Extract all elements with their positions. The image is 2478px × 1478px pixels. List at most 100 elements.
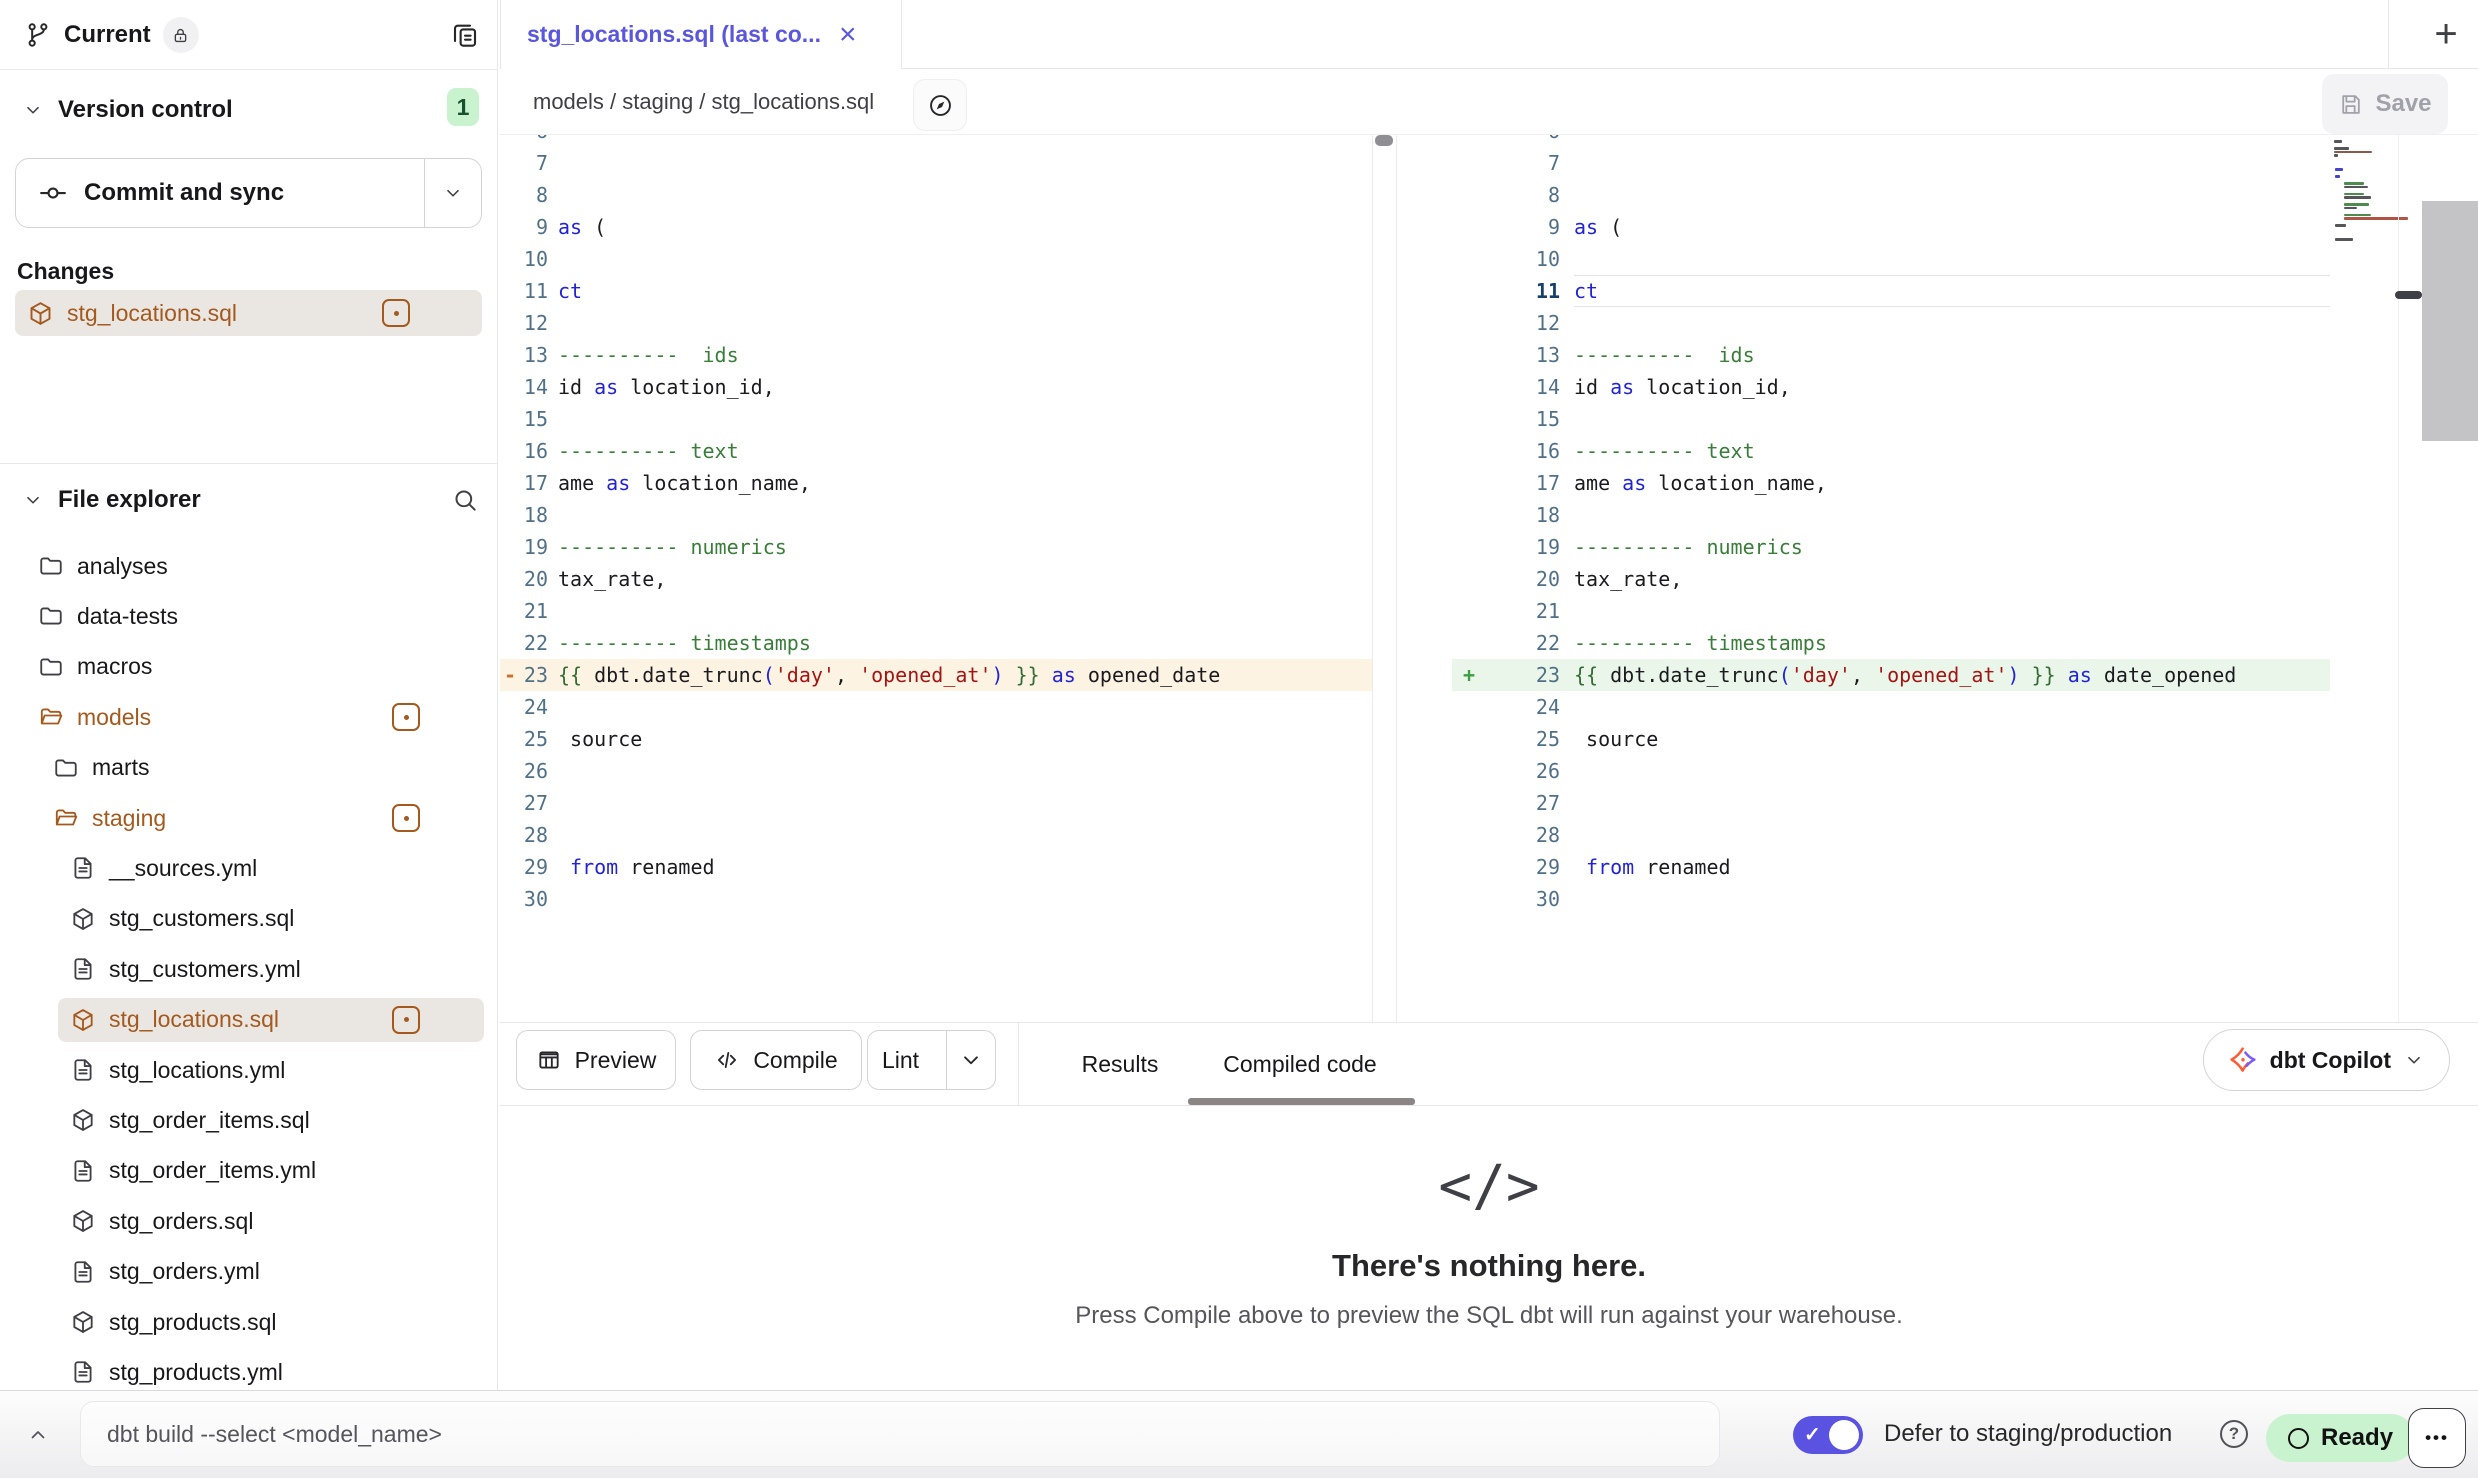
code-line-original-28[interactable]: 28	[500, 819, 1372, 851]
chevron-up-icon[interactable]	[26, 1423, 50, 1447]
code-line-original-18[interactable]: 18	[500, 499, 1372, 531]
close-icon[interactable]: ×	[839, 20, 857, 50]
commit-options-dropdown[interactable]	[424, 159, 481, 227]
file-row-stg-orders-sql[interactable]: stg_orders.sql	[0, 1199, 498, 1243]
diff-editor[interactable]: 6789as (1011ct1213---------- ids14id as …	[500, 135, 2478, 1022]
code-line-modified-26[interactable]: 26	[1452, 755, 2330, 787]
file-row-stg-locations-sql[interactable]: stg_locations.sql	[58, 998, 484, 1042]
code-line-original-11[interactable]: 11ct	[500, 275, 1372, 307]
changed-file-row[interactable]: stg_locations.sql	[15, 290, 482, 336]
preview-button[interactable]: Preview	[516, 1030, 676, 1090]
code-line-original-9[interactable]: 9as (	[500, 211, 1372, 243]
code-line-modified-10[interactable]: 10	[1452, 243, 2330, 275]
file-row-stg-order-items-yml[interactable]: stg_order_items.yml	[0, 1149, 498, 1193]
code-line-modified-29[interactable]: 29 from renamed	[1452, 851, 2330, 883]
lint-options-dropdown[interactable]	[946, 1031, 995, 1089]
branch-selector[interactable]: Current	[24, 15, 199, 55]
code-line-original-30[interactable]: 30	[500, 883, 1372, 915]
code-line-modified-21[interactable]: 21	[1452, 595, 2330, 627]
code-line-modified-18[interactable]: 18	[1452, 499, 2330, 531]
search-icon[interactable]	[451, 486, 479, 514]
tab-results[interactable]: Results	[1060, 1023, 1180, 1105]
help-icon[interactable]: ?	[2220, 1420, 2248, 1448]
new-tab-button[interactable]: +	[2418, 8, 2474, 60]
code-line-modified-7[interactable]: 7	[1452, 147, 2330, 179]
code-line-modified-30[interactable]: 30	[1452, 883, 2330, 915]
code-line-original-7[interactable]: 7	[500, 147, 1372, 179]
code-line-modified-20[interactable]: 20tax_rate,	[1452, 563, 2330, 595]
code-line-original-12[interactable]: 12	[500, 307, 1372, 339]
code-line-original-20[interactable]: 20tax_rate,	[500, 563, 1372, 595]
file-row-staging[interactable]: staging	[0, 796, 498, 840]
code-line-original-17[interactable]: 17ame as location_name,	[500, 467, 1372, 499]
code-line-original-23[interactable]: -23{{ dbt.date_trunc('day', 'opened_at')…	[500, 659, 1372, 691]
file-row-data-tests[interactable]: data-tests	[0, 594, 498, 638]
diff-pane-original[interactable]: 6789as (1011ct1213---------- ids14id as …	[500, 135, 1372, 1022]
code-line-modified-25[interactable]: 25 source	[1452, 723, 2330, 755]
file-row-stg-products-yml[interactable]: stg_products.yml	[0, 1350, 498, 1394]
code-line-modified-17[interactable]: 17ame as location_name,	[1452, 467, 2330, 499]
code-line-original-8[interactable]: 8	[500, 179, 1372, 211]
code-line-modified-27[interactable]: 27	[1452, 787, 2330, 819]
code-line-original-22[interactable]: 22---------- timestamps	[500, 627, 1372, 659]
file-row-analyses[interactable]: analyses	[0, 544, 498, 588]
code-line-modified-8[interactable]: 8	[1452, 179, 2330, 211]
tab-stg-locations-sql[interactable]: stg_locations.sql (last co... ×	[500, 0, 902, 69]
tab-compiled-code[interactable]: Compiled code	[1200, 1023, 1400, 1105]
code-line-original-24[interactable]: 24	[500, 691, 1372, 723]
code-line-modified-22[interactable]: 22---------- timestamps	[1452, 627, 2330, 659]
code-line-original-27[interactable]: 27	[500, 787, 1372, 819]
code-line-modified-15[interactable]: 15	[1452, 403, 2330, 435]
code-line-modified-9[interactable]: 9as (	[1452, 211, 2330, 243]
ide-status-pill[interactable]: Ready	[2266, 1414, 2415, 1462]
file-row-models[interactable]: models	[0, 695, 498, 739]
code-line-modified-11[interactable]: 11ct	[1452, 275, 2330, 307]
version-control-header[interactable]: Version control	[22, 96, 233, 124]
code-line-modified-19[interactable]: 19---------- numerics	[1452, 531, 2330, 563]
dbt-copilot-button[interactable]: dbt Copilot	[2203, 1029, 2450, 1091]
lint-button[interactable]: Lint	[867, 1030, 996, 1090]
more-options-button[interactable]: •••	[2408, 1408, 2466, 1468]
file-row-stg-customers-yml[interactable]: stg_customers.yml	[0, 947, 498, 991]
left-pane-scrollbar[interactable]	[1375, 135, 1393, 146]
code-line-original-16[interactable]: 16---------- text	[500, 435, 1372, 467]
file-row-stg-order-items-sql[interactable]: stg_order_items.sql	[0, 1098, 498, 1142]
editor-scrollbar[interactable]	[2422, 201, 2478, 441]
code-line-modified-13[interactable]: 13---------- ids	[1452, 339, 2330, 371]
file-row-stg-products-sql[interactable]: stg_products.sql	[0, 1300, 498, 1344]
code-line-original-14[interactable]: 14id as location_id,	[500, 371, 1372, 403]
file-row-stg-orders-yml[interactable]: stg_orders.yml	[0, 1250, 498, 1294]
code-line-modified-24[interactable]: 24	[1452, 691, 2330, 723]
code-line-modified-16[interactable]: 16---------- text	[1452, 435, 2330, 467]
code-line-original-26[interactable]: 26	[500, 755, 1372, 787]
file-row-macros[interactable]: macros	[0, 645, 498, 689]
defer-toggle[interactable]: ✓	[1793, 1416, 1863, 1454]
code-line-original-15[interactable]: 15	[500, 403, 1372, 435]
resize-handle[interactable]	[2395, 291, 2422, 299]
code-line-modified-23[interactable]: +23{{ dbt.date_trunc('day', 'opened_at')…	[1452, 659, 2330, 691]
command-input[interactable]	[80, 1401, 1720, 1467]
duplicate-icon-button[interactable]	[450, 20, 480, 50]
file-row-stg-locations-yml[interactable]: stg_locations.yml	[0, 1048, 498, 1092]
file-row-marts[interactable]: marts	[0, 746, 498, 790]
minimap[interactable]	[2332, 140, 2402, 370]
code-line-original-10[interactable]: 10	[500, 243, 1372, 275]
file-row-stg-customers-sql[interactable]: stg_customers.sql	[0, 897, 498, 941]
code-line-original-25[interactable]: 25 source	[500, 723, 1372, 755]
code-line-modified-6[interactable]: 6	[1452, 135, 2330, 147]
save-button[interactable]: Save	[2322, 74, 2448, 134]
code-line-original-6[interactable]: 6	[500, 135, 1372, 147]
code-line-modified-28[interactable]: 28	[1452, 819, 2330, 851]
commit-and-sync-main[interactable]: Commit and sync	[16, 178, 424, 208]
compile-button[interactable]: Compile	[690, 1030, 862, 1090]
code-line-original-19[interactable]: 19---------- numerics	[500, 531, 1372, 563]
file-explorer-header[interactable]: File explorer	[22, 486, 201, 514]
code-line-modified-14[interactable]: 14id as location_id,	[1452, 371, 2330, 403]
code-line-original-29[interactable]: 29 from renamed	[500, 851, 1372, 883]
code-line-modified-12[interactable]: 12	[1452, 307, 2330, 339]
diff-pane-modified[interactable]: 6789as (1011ct1213---------- ids14id as …	[1452, 135, 2330, 1022]
code-line-original-21[interactable]: 21	[500, 595, 1372, 627]
lineage-button[interactable]	[913, 79, 967, 131]
file-row--sources-yml[interactable]: __sources.yml	[0, 846, 498, 890]
code-line-original-13[interactable]: 13---------- ids	[500, 339, 1372, 371]
